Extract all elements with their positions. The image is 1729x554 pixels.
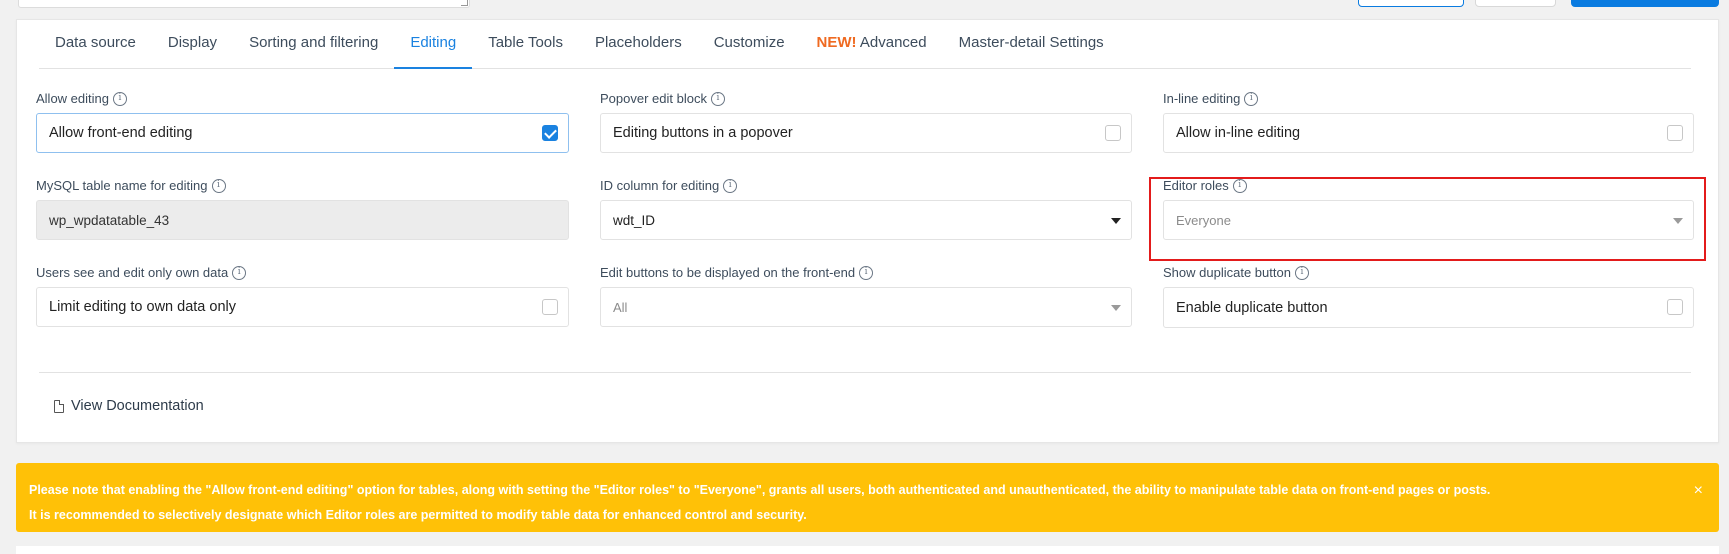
- tab-sorting-filtering[interactable]: Sorting and filtering: [233, 20, 394, 69]
- popover-edit-label: Popover edit block i: [600, 90, 1132, 107]
- mysql-table-label-text: MySQL table name for editing: [36, 178, 208, 193]
- edit-buttons-label-text: Edit buttons to be displayed on the fron…: [600, 265, 856, 280]
- popover-edit-checkbox[interactable]: [1105, 125, 1121, 141]
- info-icon[interactable]: i: [710, 91, 725, 106]
- toolbar-outline-button[interactable]: [1358, 0, 1464, 7]
- own-data-label-text: Users see and edit only own data: [36, 265, 229, 280]
- id-column-value: wdt_ID: [613, 212, 656, 228]
- tab-advanced-label: Advanced: [859, 34, 927, 51]
- duplicate-value: Enable duplicate button: [1176, 299, 1328, 316]
- info-icon[interactable]: i: [211, 178, 226, 193]
- top-toolbar-remnant: [0, 0, 1729, 12]
- id-column-field: ID column for editing i wdt_ID: [600, 177, 1132, 240]
- inline-editing-field: In-line editing i Allow in-line editing: [1163, 90, 1694, 153]
- mysql-table-label: MySQL table name for editing i: [36, 177, 569, 194]
- toolbar-secondary-button[interactable]: [1475, 0, 1556, 7]
- warning-notice: Please note that enabling the "Allow fro…: [16, 463, 1719, 532]
- mysql-table-value: wp_wpdatatable_43: [49, 212, 170, 228]
- notice-line-1: Please note that enabling the "Allow fro…: [29, 483, 1491, 497]
- close-icon[interactable]: ×: [1694, 478, 1703, 503]
- resize-handle[interactable]: [461, 0, 468, 6]
- inline-editing-label: In-line editing i: [1163, 90, 1694, 107]
- popover-edit-value: Editing buttons in a popover: [613, 125, 793, 141]
- allow-editing-field: Allow editing i Allow front-end editing: [36, 90, 569, 153]
- popover-edit-field: Popover edit block i Editing buttons in a…: [600, 90, 1132, 153]
- tab-table-tools[interactable]: Table Tools: [472, 20, 579, 69]
- id-column-label-text: ID column for editing: [600, 178, 720, 193]
- tab-editing[interactable]: Editing: [394, 20, 473, 69]
- inline-editing-checkbox[interactable]: [1667, 125, 1683, 141]
- mysql-table-field: MySQL table name for editing i wp_wpdatat…: [36, 177, 569, 240]
- info-icon[interactable]: i: [232, 265, 247, 280]
- inline-editing-label-text: In-line editing: [1163, 91, 1241, 106]
- info-icon[interactable]: i: [113, 91, 127, 106]
- allow-editing-label: Allow editing i: [36, 90, 569, 107]
- duplicate-toggle[interactable]: Enable duplicate button: [1163, 287, 1694, 328]
- edit-buttons-placeholder: All: [613, 299, 628, 315]
- edit-buttons-field: Edit buttons to be displayed on the fron…: [600, 264, 1132, 327]
- id-column-select[interactable]: wdt_ID: [600, 200, 1132, 240]
- own-data-checkbox[interactable]: [542, 299, 558, 315]
- popover-edit-toggle[interactable]: Editing buttons in a popover: [600, 113, 1132, 153]
- chevron-down-icon: [1111, 218, 1121, 224]
- next-panel-edge: [16, 546, 1719, 554]
- tab-master-detail[interactable]: Master-detail Settings: [943, 20, 1120, 69]
- toolbar-save-button[interactable]: [1571, 0, 1719, 7]
- info-icon[interactable]: i: [723, 178, 738, 193]
- tab-placeholders[interactable]: Placeholders: [579, 20, 698, 69]
- own-data-field: Users see and edit only own data i Limit …: [36, 264, 569, 327]
- section-divider: [39, 372, 1691, 373]
- document-icon: [54, 399, 64, 413]
- view-documentation-label: View Documentation: [71, 398, 204, 414]
- notice-line-2: It is recommended to selectively designa…: [29, 508, 807, 522]
- duplicate-checkbox[interactable]: [1667, 299, 1683, 315]
- new-badge: NEW!: [816, 34, 857, 51]
- tab-advanced[interactable]: NEW! Advanced: [801, 20, 943, 69]
- tab-data-source[interactable]: Data source: [39, 20, 152, 69]
- view-documentation-link[interactable]: View Documentation: [54, 398, 204, 414]
- edit-buttons-label: Edit buttons to be displayed on the fron…: [600, 264, 1132, 281]
- popover-edit-label-text: Popover edit block: [600, 91, 707, 106]
- info-icon[interactable]: i: [1294, 265, 1309, 280]
- tab-customize[interactable]: Customize: [698, 20, 801, 69]
- info-icon[interactable]: i: [859, 265, 874, 280]
- id-column-label: ID column for editing i: [600, 177, 1132, 194]
- duplicate-field: Show duplicate button i Enable duplicate …: [1163, 264, 1694, 328]
- allow-editing-toggle[interactable]: Allow front-end editing: [36, 113, 569, 153]
- allow-editing-label-text: Allow editing: [36, 91, 109, 106]
- description-textarea[interactable]: [18, 0, 470, 8]
- chevron-down-icon: [1111, 305, 1121, 311]
- own-data-label: Users see and edit only own data i: [36, 264, 569, 281]
- allow-editing-value: Allow front-end editing: [49, 125, 193, 141]
- own-data-toggle[interactable]: Limit editing to own data only: [36, 287, 569, 327]
- inline-editing-value: Allow in-line editing: [1176, 125, 1301, 141]
- mysql-table-input: wp_wpdatatable_43: [36, 200, 569, 240]
- tab-display[interactable]: Display: [152, 20, 233, 69]
- duplicate-label-text: Show duplicate button: [1163, 265, 1291, 280]
- edit-buttons-select[interactable]: All: [600, 287, 1132, 327]
- settings-tabs: Data source Display Sorting and filterin…: [39, 20, 1691, 69]
- editor-roles-highlight: [1149, 177, 1706, 261]
- duplicate-label: Show duplicate button i: [1163, 264, 1694, 281]
- own-data-value: Limit editing to own data only: [49, 299, 236, 315]
- inline-editing-toggle[interactable]: Allow in-line editing: [1163, 113, 1694, 153]
- info-icon[interactable]: i: [1244, 91, 1259, 106]
- allow-editing-checkbox[interactable]: [542, 125, 558, 141]
